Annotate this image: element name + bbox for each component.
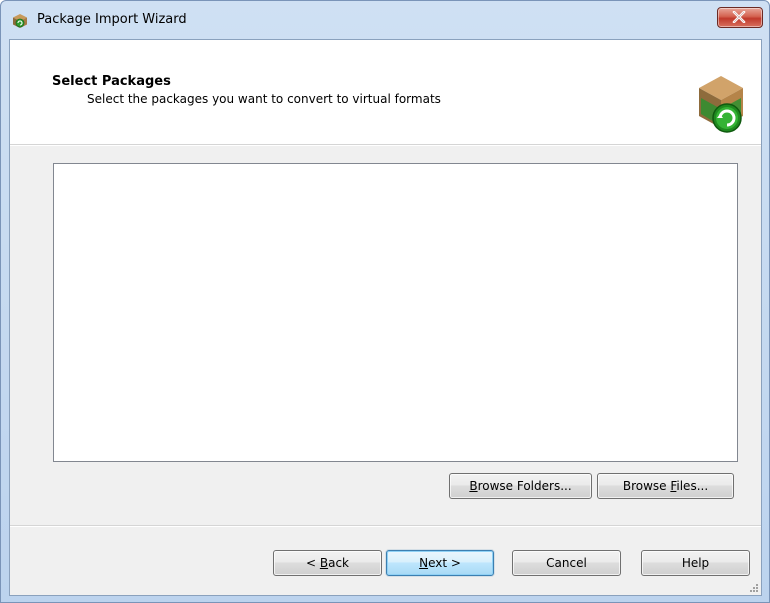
window-title: Package Import Wizard xyxy=(37,12,187,27)
wizard-header: Select Packages Select the packages you … xyxy=(10,40,761,145)
cancel-button[interactable]: Cancel xyxy=(512,550,621,576)
footer-separator xyxy=(10,525,761,527)
package-wizard-icon xyxy=(12,13,28,29)
header-separator xyxy=(10,145,761,146)
wizard-body: Select Packages Select the packages you … xyxy=(9,39,762,596)
close-icon xyxy=(732,11,746,23)
browse-folders-button[interactable]: Browse Folders... xyxy=(449,473,592,499)
page-subtitle: Select the packages you want to convert … xyxy=(87,92,441,106)
package-list[interactable] xyxy=(53,163,738,462)
wizard-window: Package Import Wizard Select Packages Se… xyxy=(0,0,770,603)
back-button[interactable]: < Back xyxy=(273,550,382,576)
help-button[interactable]: Help xyxy=(641,550,750,576)
package-convert-icon xyxy=(697,74,745,138)
title-bar[interactable]: Package Import Wizard xyxy=(1,1,769,39)
browse-files-button[interactable]: Browse Files... xyxy=(597,473,734,499)
resize-grip[interactable] xyxy=(747,581,759,593)
close-button[interactable] xyxy=(717,7,763,28)
page-title: Select Packages xyxy=(52,74,171,89)
next-button[interactable]: Next > xyxy=(386,550,494,576)
